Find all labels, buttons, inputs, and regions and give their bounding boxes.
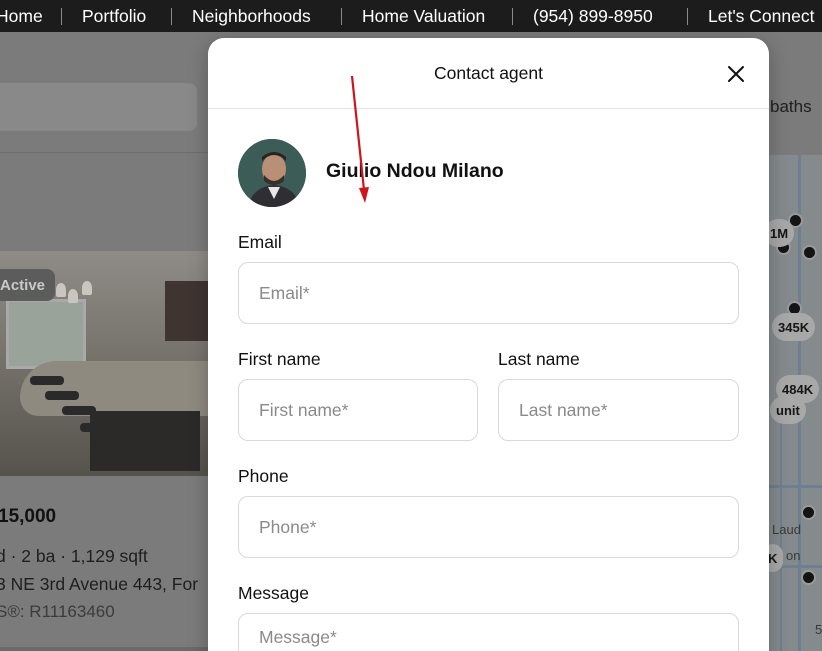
map-marker (802, 245, 817, 260)
nav-separator (687, 8, 688, 25)
listing-mls-number: S®: R11163460 (0, 602, 115, 621)
nav-separator (171, 8, 172, 25)
close-button[interactable] (722, 60, 750, 88)
listing-price: 15,000 (0, 506, 57, 527)
map-price-pill: unit (770, 396, 806, 424)
contact-agent-modal: Contact agent Giulio Ndou Milano Email F… (208, 38, 769, 651)
listing-specs: d · 2 ba · 1,129 sqft (0, 546, 148, 566)
phone-label: Phone (238, 466, 289, 486)
agent-name: Giulio Ndou Milano (326, 160, 504, 182)
phone-field[interactable] (238, 496, 739, 558)
map-marker (801, 505, 816, 520)
nav-separator (61, 8, 62, 25)
map-label: 5 (815, 622, 822, 637)
top-navigation: Home Portfolio Neighborhoods Home Valuat… (0, 0, 822, 32)
status-badge: Active (0, 269, 56, 301)
nav-item-phone[interactable]: (954) 899-8950 (533, 6, 653, 27)
filter-baths: baths (770, 97, 812, 116)
divider (0, 647, 210, 651)
search-bar-background (0, 83, 197, 131)
map-panel: 1M 345K 484K unit K Laud on 5 (768, 155, 822, 651)
message-field[interactable] (238, 613, 739, 651)
modal-title: Contact agent (434, 63, 543, 83)
first-name-label: First name (238, 349, 321, 369)
nav-separator (341, 8, 342, 25)
nav-item-lets-connect[interactable]: Let's Connect (708, 6, 814, 27)
nav-item-home-valuation[interactable]: Home Valuation (362, 6, 485, 27)
nav-item-portfolio[interactable]: Portfolio (82, 6, 146, 27)
nav-separator (512, 8, 513, 25)
agent-avatar (238, 139, 306, 207)
map-marker (801, 570, 816, 585)
map-label: on (786, 548, 801, 563)
last-name-field[interactable] (498, 379, 739, 441)
email-field[interactable] (238, 262, 739, 324)
divider (0, 152, 210, 153)
last-name-label: Last name (498, 349, 580, 369)
message-label: Message (238, 583, 310, 603)
map-label: Laud (772, 522, 801, 537)
email-label: Email (238, 232, 282, 252)
modal-header: Contact agent (208, 38, 769, 109)
nav-item-home[interactable]: Home (0, 6, 43, 27)
map-price-pill: 345K (772, 313, 816, 341)
listing-address: 3 NE 3rd Avenue 443, For (0, 574, 199, 594)
first-name-field[interactable] (238, 379, 478, 441)
nav-item-neighborhoods[interactable]: Neighborhoods (192, 6, 311, 27)
close-icon (728, 66, 744, 82)
map-price-pill: 1M (768, 219, 795, 247)
